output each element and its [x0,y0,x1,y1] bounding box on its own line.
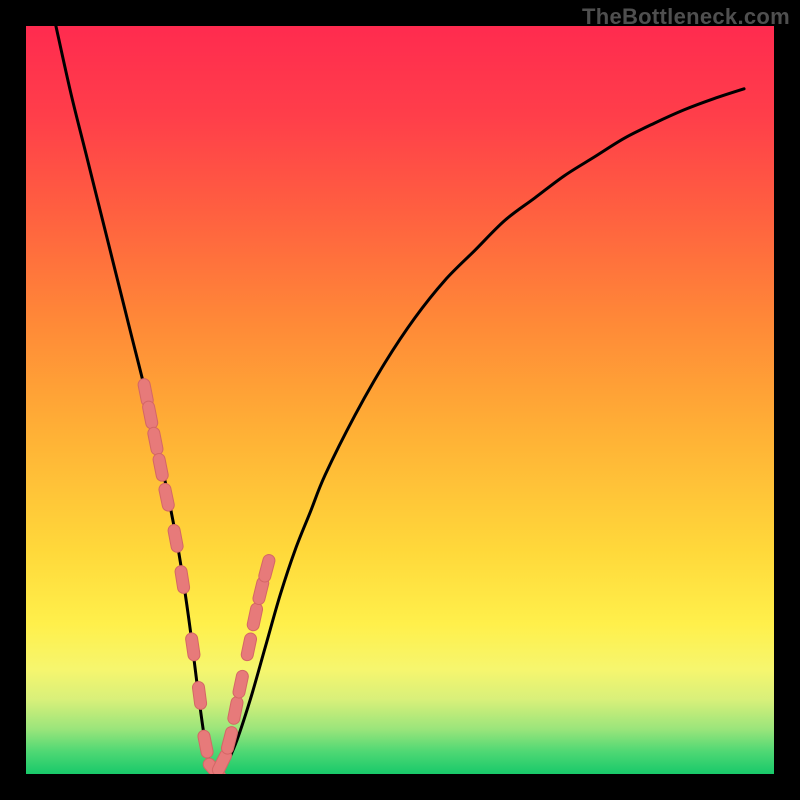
plot-area [26,26,774,774]
chart-frame: TheBottleneck.com [0,0,800,800]
curve-marker [227,696,244,726]
curve-marker [147,426,164,456]
curve-marker [152,452,169,482]
plot-svg [26,26,774,774]
curve-marker [240,632,258,662]
curve-marker [197,729,214,759]
curve-marker [257,553,276,583]
marker-group [137,378,276,774]
curve-marker [232,669,250,699]
watermark-text: TheBottleneck.com [582,4,790,30]
curve-marker [142,400,159,430]
curve-marker [174,565,190,595]
bottleneck-curve [56,26,744,774]
curve-marker [192,681,208,710]
curve-marker [158,482,176,512]
curve-marker [220,725,239,755]
curve-marker [185,632,201,661]
curve-marker [167,524,184,554]
curve-marker [246,602,264,632]
